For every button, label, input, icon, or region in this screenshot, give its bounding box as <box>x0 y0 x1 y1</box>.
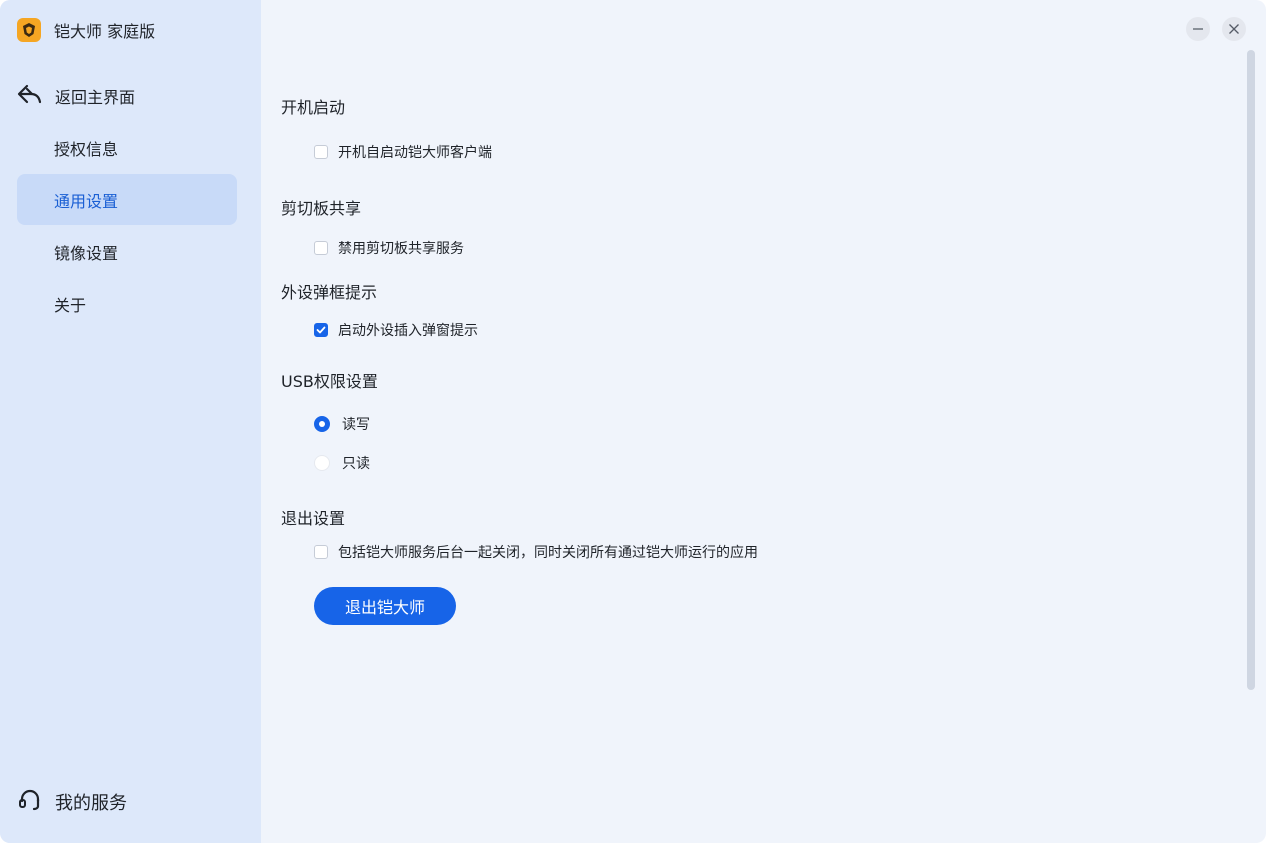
sidebar-item-about[interactable]: 关于 <box>17 278 237 329</box>
usb-radio-read-only[interactable]: 只读 <box>314 453 370 473</box>
shield-logo-icon <box>17 18 41 42</box>
back-label: 返回主界面 <box>55 88 136 107</box>
startup-option-label: 开机自启动铠大师客户端 <box>338 145 492 161</box>
usb-read-only-radio[interactable] <box>314 455 330 471</box>
sidebar-item-image-settings[interactable]: 镜像设置 <box>17 226 237 277</box>
usb-read-only-label: 只读 <box>342 456 370 472</box>
my-service-label: 我的服务 <box>55 793 127 814</box>
close-button[interactable] <box>1222 17 1246 41</box>
sidebar-nav: 授权信息 通用设置 镜像设置 关于 <box>17 122 237 330</box>
exit-app-button[interactable]: 退出铠大师 <box>314 587 456 625</box>
app-title: 铠大师 家庭版 <box>54 22 156 41</box>
peripheral-option-label: 启动外设插入弹窗提示 <box>338 323 478 339</box>
back-to-main-button[interactable]: 返回主界面 <box>17 83 135 109</box>
headset-icon <box>17 787 43 817</box>
sidebar-item-general-settings[interactable]: 通用设置 <box>17 174 237 225</box>
exit-checkbox[interactable] <box>314 545 328 559</box>
peripheral-option[interactable]: 启动外设插入弹窗提示 <box>314 320 478 340</box>
sidebar-item-license[interactable]: 授权信息 <box>17 122 237 173</box>
minimize-button[interactable] <box>1186 17 1210 41</box>
checkmark-icon <box>316 326 326 334</box>
usb-read-write-label: 读写 <box>342 417 370 433</box>
section-title-usb: USB权限设置 <box>281 372 378 391</box>
sidebar: 铠大师 家庭版 返回主界面 授权信息 通用设置 镜像设置 关于 我的服务 <box>0 0 261 843</box>
clipboard-checkbox[interactable] <box>314 241 328 255</box>
exit-option[interactable]: 包括铠大师服务后台一起关闭，同时关闭所有通过铠大师运行的应用 <box>314 542 758 562</box>
startup-checkbox[interactable] <box>314 145 328 159</box>
section-title-exit: 退出设置 <box>281 509 346 528</box>
clipboard-option[interactable]: 禁用剪切板共享服务 <box>314 238 464 258</box>
close-icon <box>1229 24 1239 34</box>
minimize-icon <box>1193 28 1203 30</box>
content-scrollbar[interactable] <box>1247 50 1255 690</box>
clipboard-option-label: 禁用剪切板共享服务 <box>338 241 464 257</box>
app-window: 铠大师 家庭版 返回主界面 授权信息 通用设置 镜像设置 关于 我的服务 开机启… <box>0 0 1266 843</box>
section-title-peripheral: 外设弹框提示 <box>281 283 378 302</box>
peripheral-checkbox[interactable] <box>314 323 328 337</box>
section-title-startup: 开机启动 <box>281 98 346 117</box>
exit-option-label: 包括铠大师服务后台一起关闭，同时关闭所有通过铠大师运行的应用 <box>338 545 758 561</box>
window-controls <box>1186 17 1258 41</box>
usb-read-write-radio[interactable] <box>314 416 330 432</box>
back-arrow-icon <box>17 83 43 109</box>
usb-radio-read-write[interactable]: 读写 <box>314 414 370 434</box>
brand: 铠大师 家庭版 <box>17 17 155 43</box>
my-service-button[interactable]: 我的服务 <box>17 789 127 815</box>
section-title-clipboard: 剪切板共享 <box>281 199 362 218</box>
startup-option[interactable]: 开机自启动铠大师客户端 <box>314 142 492 162</box>
